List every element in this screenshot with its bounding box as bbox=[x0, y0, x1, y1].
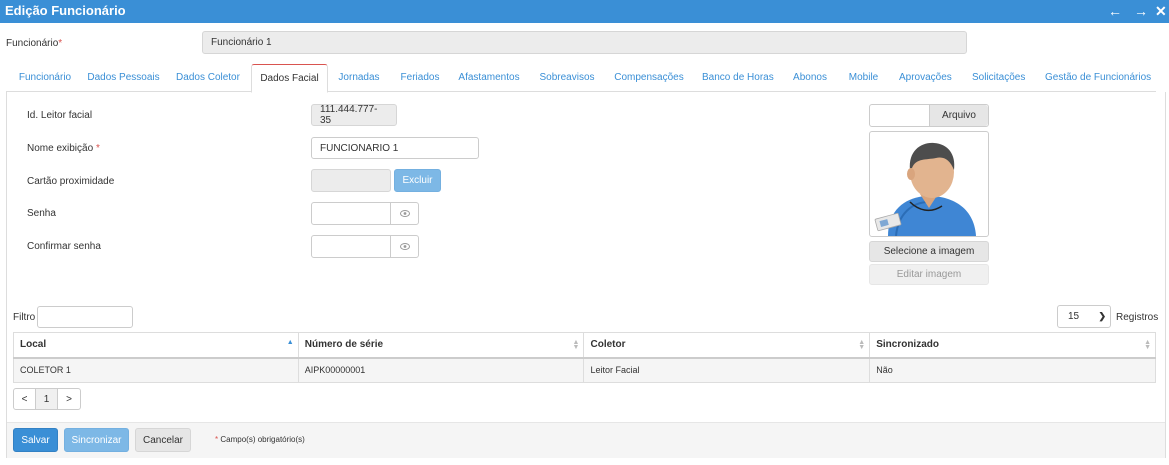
sort-icon: ▲ ▼ bbox=[858, 339, 866, 351]
password-label: Senha bbox=[27, 208, 56, 219]
file-button[interactable]: Arquivo bbox=[929, 105, 988, 126]
tab-feriados[interactable]: Feriados bbox=[398, 64, 442, 92]
confirm-password-input[interactable] bbox=[311, 235, 391, 258]
delete-card-button[interactable]: Excluir bbox=[394, 169, 441, 192]
sort-icon: ▲ ▼ bbox=[1144, 339, 1151, 351]
required-asterisk: * bbox=[58, 38, 63, 49]
save-button[interactable]: Salvar bbox=[13, 428, 58, 452]
id-label: Id. Leitor facial bbox=[27, 110, 93, 121]
cell-synced: Não bbox=[869, 357, 1156, 383]
column-header-serial[interactable]: Número de série ▲ ▼ bbox=[297, 332, 585, 359]
card-proximity-field bbox=[311, 169, 391, 192]
sort-icon: ▲ ▼ bbox=[572, 339, 580, 351]
tab-afastamentos[interactable]: Afastamentos bbox=[458, 64, 520, 92]
sync-button[interactable]: Sincronizar bbox=[64, 428, 129, 452]
table-row[interactable]: COLETOR 1 AIPK00000001 Leitor Facial Não bbox=[13, 357, 1156, 383]
display-name-input[interactable]: FUNCIONARIO 1 bbox=[311, 137, 479, 159]
card-label: Cartão proximidade bbox=[27, 176, 115, 187]
filter-input[interactable] bbox=[37, 306, 133, 328]
file-input[interactable]: Arquivo bbox=[869, 104, 989, 127]
tab-mobile[interactable]: Mobile bbox=[847, 64, 880, 92]
column-header-synced[interactable]: Sincronizado ▲ ▼ bbox=[869, 332, 1156, 359]
edit-image-button[interactable]: Editar imagem bbox=[869, 264, 989, 285]
sort-asc-icon: ▲ bbox=[286, 339, 294, 346]
tab-gestao-de-funcionarios[interactable]: Gestão de Funcionários bbox=[1045, 64, 1151, 92]
next-page-button[interactable]: > bbox=[58, 389, 80, 409]
filter-label: Filtro bbox=[13, 312, 36, 323]
name-label: Nome exibição * bbox=[27, 143, 100, 154]
required-asterisk: * bbox=[95, 143, 100, 154]
employee-field: Funcionário 1 bbox=[202, 31, 967, 54]
tab-abonos[interactable]: Abonos bbox=[792, 64, 828, 92]
chevron-down-icon: ❯ bbox=[1098, 311, 1106, 321]
tab-jornadas[interactable]: Jornadas bbox=[336, 64, 382, 92]
cell-serial: AIPK00000001 bbox=[297, 357, 585, 383]
page-size-select[interactable]: 15 ❯ bbox=[1057, 305, 1111, 328]
tab-dados-coletor[interactable]: Dados Coletor bbox=[174, 64, 242, 92]
records-label: Registros bbox=[1116, 312, 1159, 323]
tab-dados-facial[interactable]: Dados Facial bbox=[251, 64, 328, 93]
show-password-eye-icon[interactable] bbox=[390, 202, 419, 225]
employee-photo bbox=[869, 131, 989, 237]
tab-banco-de-horas[interactable]: Banco de Horas bbox=[702, 64, 774, 92]
tab-solicitacoes[interactable]: Solicitações bbox=[972, 64, 1025, 92]
select-image-button[interactable]: Selecione a imagem bbox=[869, 241, 989, 262]
tab-content-panel bbox=[6, 92, 1166, 458]
column-header-collector[interactable]: Coletor ▲ ▼ bbox=[583, 332, 871, 359]
forward-arrow-icon[interactable]: → bbox=[1134, 2, 1148, 20]
collectors-table: Local ▲ Número de série ▲ ▼ Coletor ▲ ▼ Sincr… bbox=[13, 332, 1156, 383]
tab-dados-pessoais[interactable]: Dados Pessoais bbox=[86, 64, 161, 92]
window-titlebar: Edição Funcionário ← → ✕ bbox=[0, 0, 1169, 23]
id-field: 111.444.777-35 bbox=[311, 104, 397, 126]
cell-local: COLETOR 1 bbox=[13, 357, 299, 383]
tab-sobreavisos[interactable]: Sobreavisos bbox=[539, 64, 595, 92]
pagination: < 1 > bbox=[13, 388, 81, 410]
back-arrow-icon[interactable]: ← bbox=[1108, 2, 1122, 20]
prev-page-button[interactable]: < bbox=[14, 389, 36, 409]
cell-collector: Leitor Facial bbox=[583, 357, 871, 383]
show-confirm-password-eye-icon[interactable] bbox=[390, 235, 419, 258]
password-input[interactable] bbox=[311, 202, 391, 225]
cancel-button[interactable]: Cancelar bbox=[135, 428, 191, 452]
required-asterisk: * bbox=[215, 435, 219, 444]
column-header-local[interactable]: Local ▲ bbox=[13, 332, 299, 359]
user-avatar-icon bbox=[874, 142, 976, 236]
tab-aprovacoes[interactable]: Aprovações bbox=[899, 64, 952, 92]
page-size-value: 15 bbox=[1068, 311, 1080, 322]
close-icon[interactable]: ✕ bbox=[1155, 2, 1167, 20]
required-note: * Campo(s) obrigatório(s) bbox=[215, 435, 305, 444]
tab-bar: Funcionário Dados Pessoais Dados Coletor… bbox=[6, 64, 1156, 93]
confirm-password-label: Confirmar senha bbox=[27, 241, 101, 252]
tab-funcionario[interactable]: Funcionário bbox=[9, 64, 81, 92]
page-1-button[interactable]: 1 bbox=[36, 389, 58, 409]
tab-compensacoes[interactable]: Compensações bbox=[614, 64, 684, 92]
employee-label: Funcionário* bbox=[6, 38, 63, 49]
window-title: Edição Funcionário bbox=[5, 3, 126, 18]
